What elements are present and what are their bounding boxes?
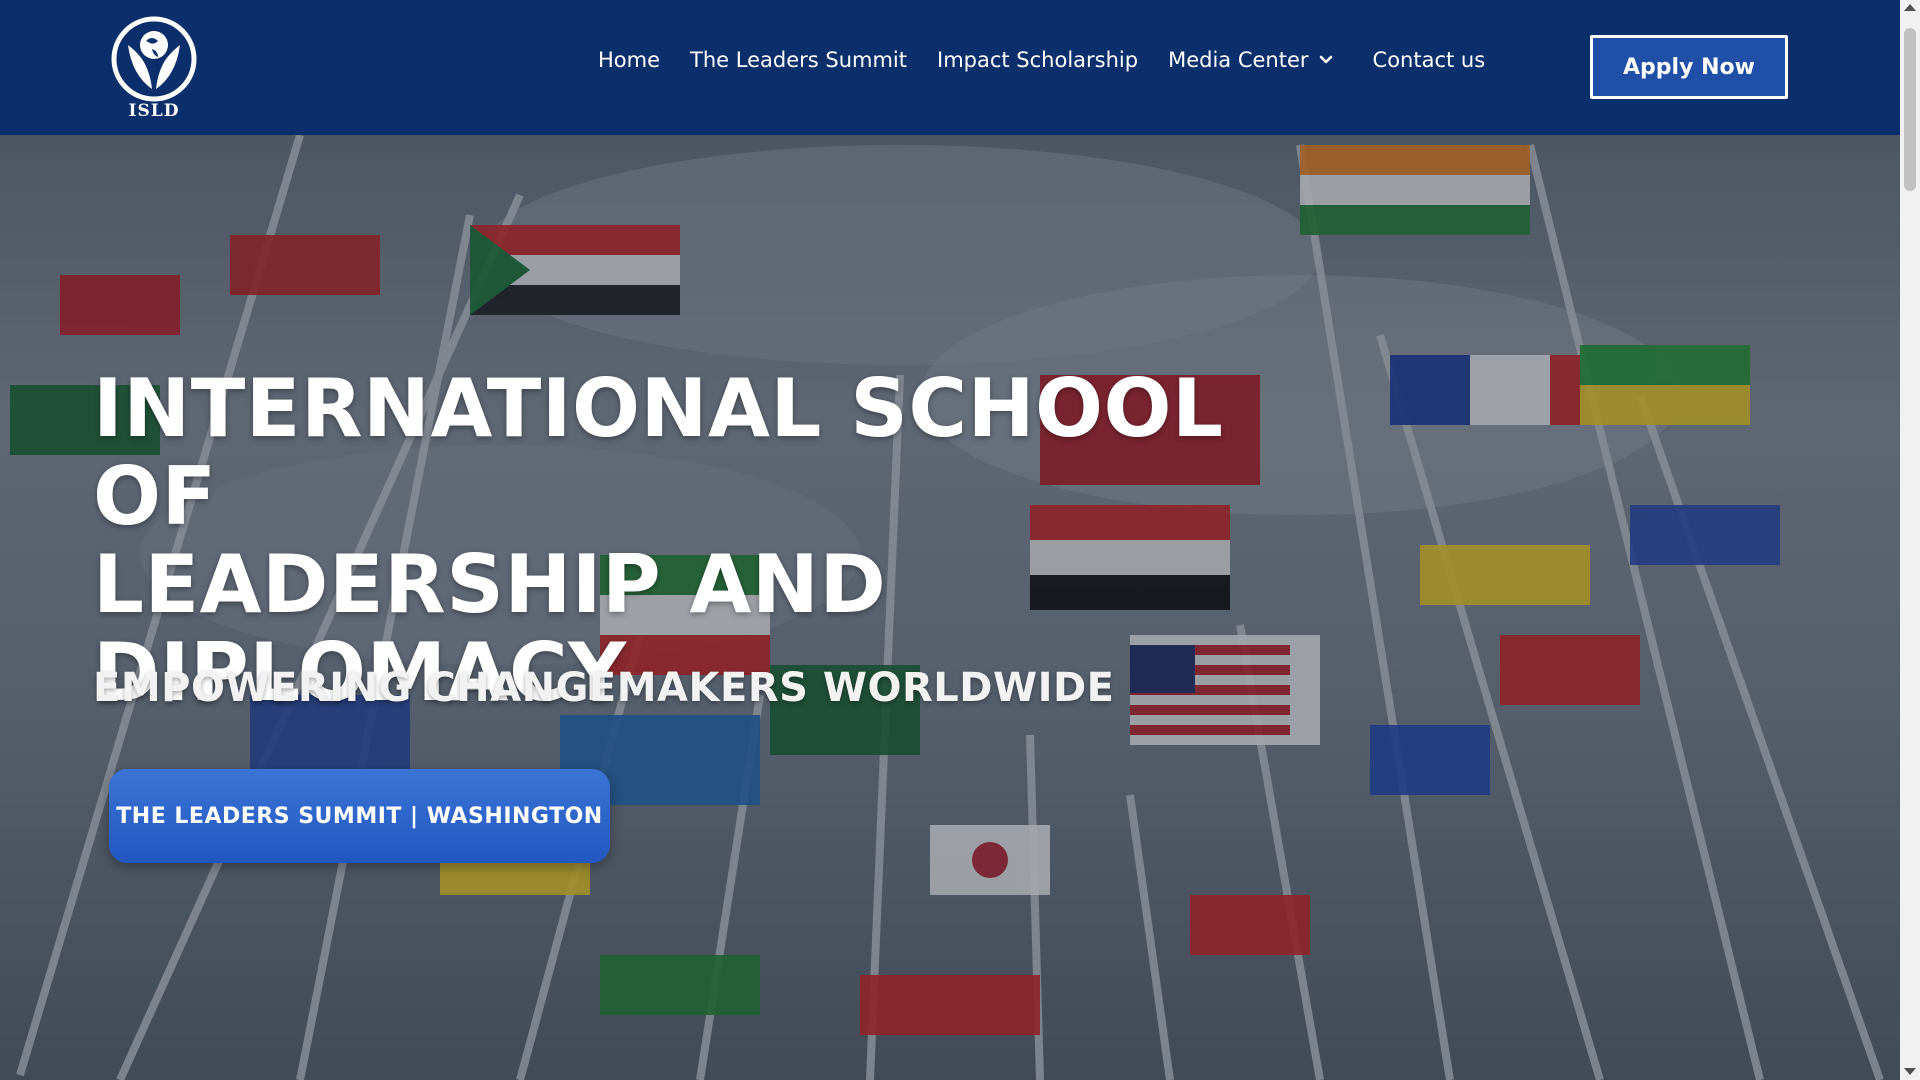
scroll-thumb[interactable] xyxy=(1904,28,1916,191)
nav-home[interactable]: Home xyxy=(598,48,660,72)
hero-title-line-2: LEADERSHIP AND xyxy=(93,538,887,631)
site-header: ISLD Home The Leaders Summit Impact Scho… xyxy=(0,0,1900,135)
scroll-down-icon[interactable] xyxy=(1904,1068,1916,1075)
page-scrollbar[interactable] xyxy=(1900,0,1920,1080)
globe-hands-logo-icon xyxy=(111,16,197,102)
site-logo[interactable]: ISLD xyxy=(110,15,198,125)
scroll-up-icon[interactable] xyxy=(1904,4,1916,11)
logo-text: ISLD xyxy=(128,101,180,121)
nav-leaders-summit[interactable]: The Leaders Summit xyxy=(690,48,907,72)
hero-subtitle: EMPOWERING CHANGEMAKERS WORLDWIDE xyxy=(93,665,1115,711)
hero-section: INTERNATIONAL SCHOOL OF LEADERSHIP AND D… xyxy=(0,135,1900,1080)
nav-impact-scholarship[interactable]: Impact Scholarship xyxy=(937,48,1138,72)
apply-now-button[interactable]: Apply Now xyxy=(1590,35,1788,99)
nav-media-center-label: Media Center xyxy=(1168,48,1309,72)
nav-media-center[interactable]: Media Center xyxy=(1168,48,1332,72)
nav-contact-us-label: Contact us xyxy=(1372,48,1486,72)
chevron-down-icon xyxy=(1319,55,1332,64)
hero-title-line-1: INTERNATIONAL SCHOOL OF xyxy=(93,362,1224,543)
nav-impact-scholarship-label: Impact Scholarship xyxy=(937,48,1139,72)
leaders-summit-washington-button[interactable]: THE LEADERS SUMMIT | WASHINGTON xyxy=(109,769,610,863)
nav-home-label: Home xyxy=(598,48,661,72)
main-nav: Home The Leaders Summit Impact Scholarsh… xyxy=(598,48,1515,72)
nav-leaders-summit-label: The Leaders Summit xyxy=(690,48,907,72)
nav-contact-us[interactable]: Contact us xyxy=(1373,48,1486,72)
